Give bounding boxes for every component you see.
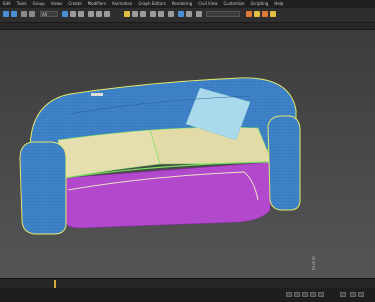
menu-item-animation[interactable]: Animation	[112, 0, 132, 8]
render-icon[interactable]	[262, 11, 268, 17]
percent-snap-icon[interactable]	[140, 11, 146, 17]
menu-item-views[interactable]: Views	[51, 0, 63, 8]
menu-item-tools[interactable]: Tools	[17, 0, 27, 8]
coordinate-readout: X: Y: Z:	[312, 256, 317, 271]
selection-filter-dropdown[interactable]: All	[40, 11, 58, 17]
play-end-button[interactable]	[318, 292, 324, 297]
move-icon[interactable]	[88, 11, 94, 17]
schematic-view-icon[interactable]	[186, 11, 192, 17]
timeline-marker[interactable]	[54, 280, 56, 288]
rotate-icon[interactable]	[96, 11, 102, 17]
ribbon-bar	[0, 23, 375, 30]
angle-snap-icon[interactable]	[132, 11, 138, 17]
rendered-frame-icon[interactable]	[254, 11, 260, 17]
render-setup-icon[interactable]	[246, 11, 252, 17]
menu-item-scripting[interactable]: Scripting	[251, 0, 269, 8]
object-name-tag	[91, 93, 103, 96]
curve-editor-icon[interactable]	[178, 11, 184, 17]
align-icon[interactable]	[158, 11, 164, 17]
menu-item-customize[interactable]: Customize	[224, 0, 245, 8]
menu-item-rendering[interactable]: Rendering	[172, 0, 192, 8]
render-production-icon[interactable]	[270, 11, 276, 17]
scale-icon[interactable]	[104, 11, 110, 17]
orbit-button[interactable]	[358, 292, 364, 297]
menu-item-help[interactable]: Help	[274, 0, 283, 8]
play-button[interactable]	[302, 292, 308, 297]
status-bar	[0, 288, 375, 302]
menu-item-edit[interactable]: Edit	[3, 0, 11, 8]
select-by-name-icon[interactable]	[70, 11, 76, 17]
time-config-button[interactable]	[340, 292, 346, 297]
undo-icon[interactable]	[3, 11, 9, 17]
material-editor-icon[interactable]	[196, 11, 202, 17]
select-object-icon[interactable]	[62, 11, 68, 17]
sofa-model[interactable]	[19, 77, 301, 235]
menu-item-group[interactable]: Group	[33, 0, 45, 8]
menu-bar: Edit Tools Group Views Create Modifiers …	[0, 0, 375, 8]
menu-item-civil-view[interactable]: Civil View	[198, 0, 217, 8]
named-selection-field[interactable]	[206, 11, 240, 17]
menu-item-modifiers[interactable]: Modifiers	[88, 0, 106, 8]
redo-icon[interactable]	[11, 11, 17, 17]
snap-icon[interactable]	[124, 11, 130, 17]
layer-manager-icon[interactable]	[168, 11, 174, 17]
next-frame-button[interactable]	[310, 292, 316, 297]
rectangle-region-icon[interactable]	[78, 11, 84, 17]
menu-item-graph-editors[interactable]: Graph Editors	[138, 0, 165, 8]
main-toolbar: All	[0, 8, 375, 23]
viewport-scene	[0, 30, 375, 278]
prev-frame-button[interactable]	[294, 292, 300, 297]
perspective-viewport[interactable]: X: Y: Z:	[0, 30, 375, 278]
zoom-extents-button[interactable]	[350, 292, 356, 297]
unlink-icon[interactable]	[29, 11, 35, 17]
seat-cushion-right[interactable]	[149, 127, 273, 165]
menu-item-create[interactable]: Create	[68, 0, 81, 8]
link-icon[interactable]	[21, 11, 27, 17]
play-start-button[interactable]	[286, 292, 292, 297]
mirror-icon[interactable]	[150, 11, 156, 17]
